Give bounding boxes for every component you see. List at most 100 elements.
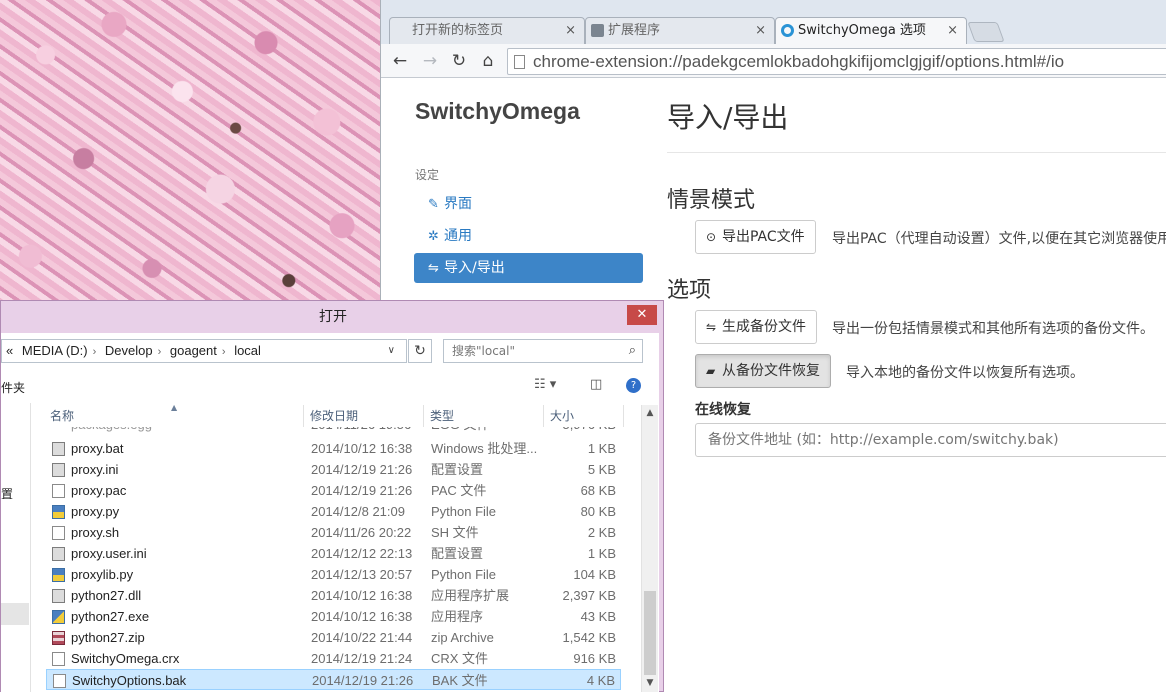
vertical-scrollbar[interactable]: ▲ ▼ bbox=[641, 405, 658, 692]
column-header-size[interactable]: 大小 bbox=[546, 405, 624, 427]
generate-backup-button[interactable]: ⇋ 生成备份文件 bbox=[695, 310, 817, 344]
file-name: proxy.bat bbox=[71, 441, 124, 456]
restore-from-backup-button[interactable]: ▰ 从备份文件恢复 bbox=[695, 354, 831, 388]
dll-file-icon bbox=[52, 589, 65, 603]
omega-icon bbox=[781, 24, 794, 37]
preview-pane-icon[interactable]: ◫ bbox=[590, 377, 602, 392]
file-row-selected[interactable]: SwitchyOptions.bak 2014/12/19 21:26 BAK … bbox=[46, 669, 621, 690]
address-bar[interactable]: chrome-extension://padekgcemlokbadohgkif… bbox=[507, 48, 1166, 75]
file-row[interactable]: proxylib.py 2014/12/13 20:57 Python File… bbox=[46, 564, 621, 585]
file-type: SH 文件 bbox=[431, 525, 479, 540]
close-icon[interactable]: × bbox=[947, 18, 958, 43]
reload-icon[interactable]: ↻ bbox=[448, 50, 470, 72]
home-icon[interactable]: ⌂ bbox=[477, 50, 499, 72]
nav-item-import-export[interactable]: ⇋ 导入/导出 bbox=[414, 253, 643, 283]
nav-item-interface[interactable]: ✎ 界面 bbox=[414, 189, 643, 219]
tab-label: 打开新的标签页 bbox=[412, 23, 504, 38]
file-size: 80 KB bbox=[580, 504, 616, 519]
file-size: 1 KB bbox=[587, 441, 616, 456]
column-header-date[interactable]: 修改日期 bbox=[306, 405, 424, 427]
chevron-down-icon[interactable]: ∨ bbox=[388, 340, 395, 362]
file-type: 配置设置 bbox=[431, 462, 484, 477]
wrench-icon: ✎ bbox=[428, 197, 439, 212]
file-row[interactable]: proxy.sh 2014/11/26 20:22 SH 文件 2 KB bbox=[46, 522, 621, 543]
search-icon: ⌕ bbox=[628, 343, 636, 358]
breadcrumb-item[interactable]: goagent bbox=[170, 343, 217, 358]
folder-open-icon: ▰ bbox=[706, 364, 716, 378]
desktop-wallpaper bbox=[0, 0, 380, 305]
tab-extensions[interactable]: 扩展程序 × bbox=[585, 17, 775, 44]
search-input[interactable]: 搜索"local" ⌕ bbox=[443, 339, 643, 363]
file-size: 68 KB bbox=[580, 483, 616, 498]
view-options-icon[interactable]: ☷ ▾ bbox=[534, 377, 556, 392]
nav-pane-selected-item[interactable] bbox=[1, 603, 29, 625]
scroll-up-icon[interactable]: ▲ bbox=[642, 405, 658, 421]
file-date: 2014/10/12 16:38 bbox=[311, 441, 413, 456]
breadcrumb-item[interactable]: Develop bbox=[105, 343, 153, 358]
file-row[interactable]: proxy.ini 2014/12/19 21:26 配置设置 5 KB bbox=[46, 459, 621, 480]
python-exe-icon bbox=[52, 610, 65, 624]
button-label: 导出PAC文件 bbox=[722, 229, 805, 245]
export-pac-button[interactable]: ⊙ 导出PAC文件 bbox=[695, 220, 816, 254]
download-icon: ⊙ bbox=[706, 230, 717, 244]
file-name: python27.dll bbox=[71, 588, 142, 603]
tab-new-tab-page[interactable]: 打开新的标签页 × bbox=[389, 17, 585, 44]
file-open-dialog: 打开 ✕ « MEDIA (D:) › Develop › goagent › loc… bbox=[0, 300, 664, 692]
file-row[interactable]: proxy.bat 2014/10/12 16:38 Windows 批处理..… bbox=[46, 438, 621, 459]
settings-file-icon bbox=[52, 547, 65, 561]
file-size: 916 KB bbox=[573, 651, 616, 666]
gear-icon: ✲ bbox=[428, 229, 439, 244]
file-date: 2014/12/19 21:26 bbox=[312, 673, 414, 688]
column-header-type[interactable]: 类型 bbox=[426, 405, 544, 427]
file-date: 2014/12/19 21:24 bbox=[311, 651, 413, 666]
online-restore-url-input[interactable] bbox=[695, 423, 1166, 457]
file-row[interactable]: python27.zip 2014/10/22 21:44 zip Archiv… bbox=[46, 627, 621, 648]
chevron-right-icon[interactable]: › bbox=[93, 346, 97, 358]
help-icon[interactable]: ? bbox=[626, 378, 641, 393]
sort-ascending-icon: ▲ bbox=[171, 403, 178, 412]
chevron-right-icon[interactable]: › bbox=[158, 346, 162, 358]
file-row[interactable]: proxy.py 2014/12/8 21:09 Python File 80 … bbox=[46, 501, 621, 522]
scroll-down-icon[interactable]: ▼ bbox=[642, 675, 658, 691]
nav-item-general[interactable]: ✲ 通用 bbox=[414, 221, 643, 251]
scrollbar-thumb[interactable] bbox=[644, 591, 656, 675]
online-restore-label: 在线恢复 bbox=[695, 402, 751, 418]
file-row[interactable]: proxy.pac 2014/12/19 21:26 PAC 文件 68 KB bbox=[46, 480, 621, 501]
forward-arrow-icon[interactable]: → bbox=[419, 50, 441, 72]
breadcrumb-item[interactable]: MEDIA (D:) bbox=[22, 343, 88, 358]
zip-archive-icon bbox=[52, 631, 65, 645]
puzzle-icon bbox=[591, 24, 604, 37]
file-row[interactable]: SwitchyOmega.crx 2014/12/19 21:24 CRX 文件… bbox=[46, 648, 621, 669]
chevron-right-icon[interactable]: › bbox=[222, 346, 226, 358]
new-folder-button-fragment[interactable]: 件夹 bbox=[1, 379, 25, 396]
file-name: proxy.user.ini bbox=[71, 546, 147, 561]
file-name: proxy.pac bbox=[71, 483, 127, 498]
file-type: Python File bbox=[431, 504, 497, 519]
refresh-button[interactable]: ↻ bbox=[408, 339, 432, 363]
back-arrow-icon[interactable]: ← bbox=[389, 50, 411, 72]
file-type: EGG 文件 bbox=[431, 427, 490, 435]
python-file-icon bbox=[52, 568, 65, 582]
tab-switchyomega-options[interactable]: SwitchyOmega 选项 × bbox=[775, 17, 967, 44]
new-tab-button[interactable] bbox=[967, 22, 1005, 42]
breadcrumb-overflow[interactable]: « bbox=[6, 343, 13, 358]
close-icon[interactable]: × bbox=[755, 18, 766, 43]
file-row[interactable]: python27.exe 2014/10/12 16:38 应用程序 43 KB bbox=[46, 606, 621, 627]
file-row[interactable]: packages.egg 2014/11/26 19:56 EGG 文件 5,9… bbox=[46, 427, 621, 435]
file-row[interactable]: proxy.user.ini 2014/12/12 22:13 配置设置 1 K… bbox=[46, 543, 621, 564]
file-date: 2014/10/12 16:38 bbox=[311, 609, 413, 624]
backup-help: 导出一份包括情景模式和其他所有选项的备份文件。 bbox=[832, 321, 1154, 337]
file-type: Windows 批处理... bbox=[431, 441, 538, 456]
file-list: packages.egg 2014/11/26 19:56 EGG 文件 5,9… bbox=[46, 427, 621, 692]
file-row[interactable]: python27.dll 2014/10/12 16:38 应用程序扩展 2,3… bbox=[46, 585, 621, 606]
file-date: 2014/11/26 20:22 bbox=[311, 525, 412, 540]
section-title-options: 选项 bbox=[667, 278, 712, 303]
close-icon[interactable]: × bbox=[565, 18, 576, 43]
file-date: 2014/12/13 20:57 bbox=[311, 567, 413, 582]
page-title: 导入/导出 bbox=[667, 101, 789, 134]
file-date: 2014/12/19 21:26 bbox=[311, 483, 413, 498]
breadcrumb-item[interactable]: local bbox=[234, 343, 261, 358]
tab-label: SwitchyOmega 选项 bbox=[798, 23, 926, 38]
close-icon[interactable]: ✕ bbox=[627, 305, 657, 325]
breadcrumb[interactable]: « MEDIA (D:) › Develop › goagent › local ∨ bbox=[1, 339, 407, 363]
